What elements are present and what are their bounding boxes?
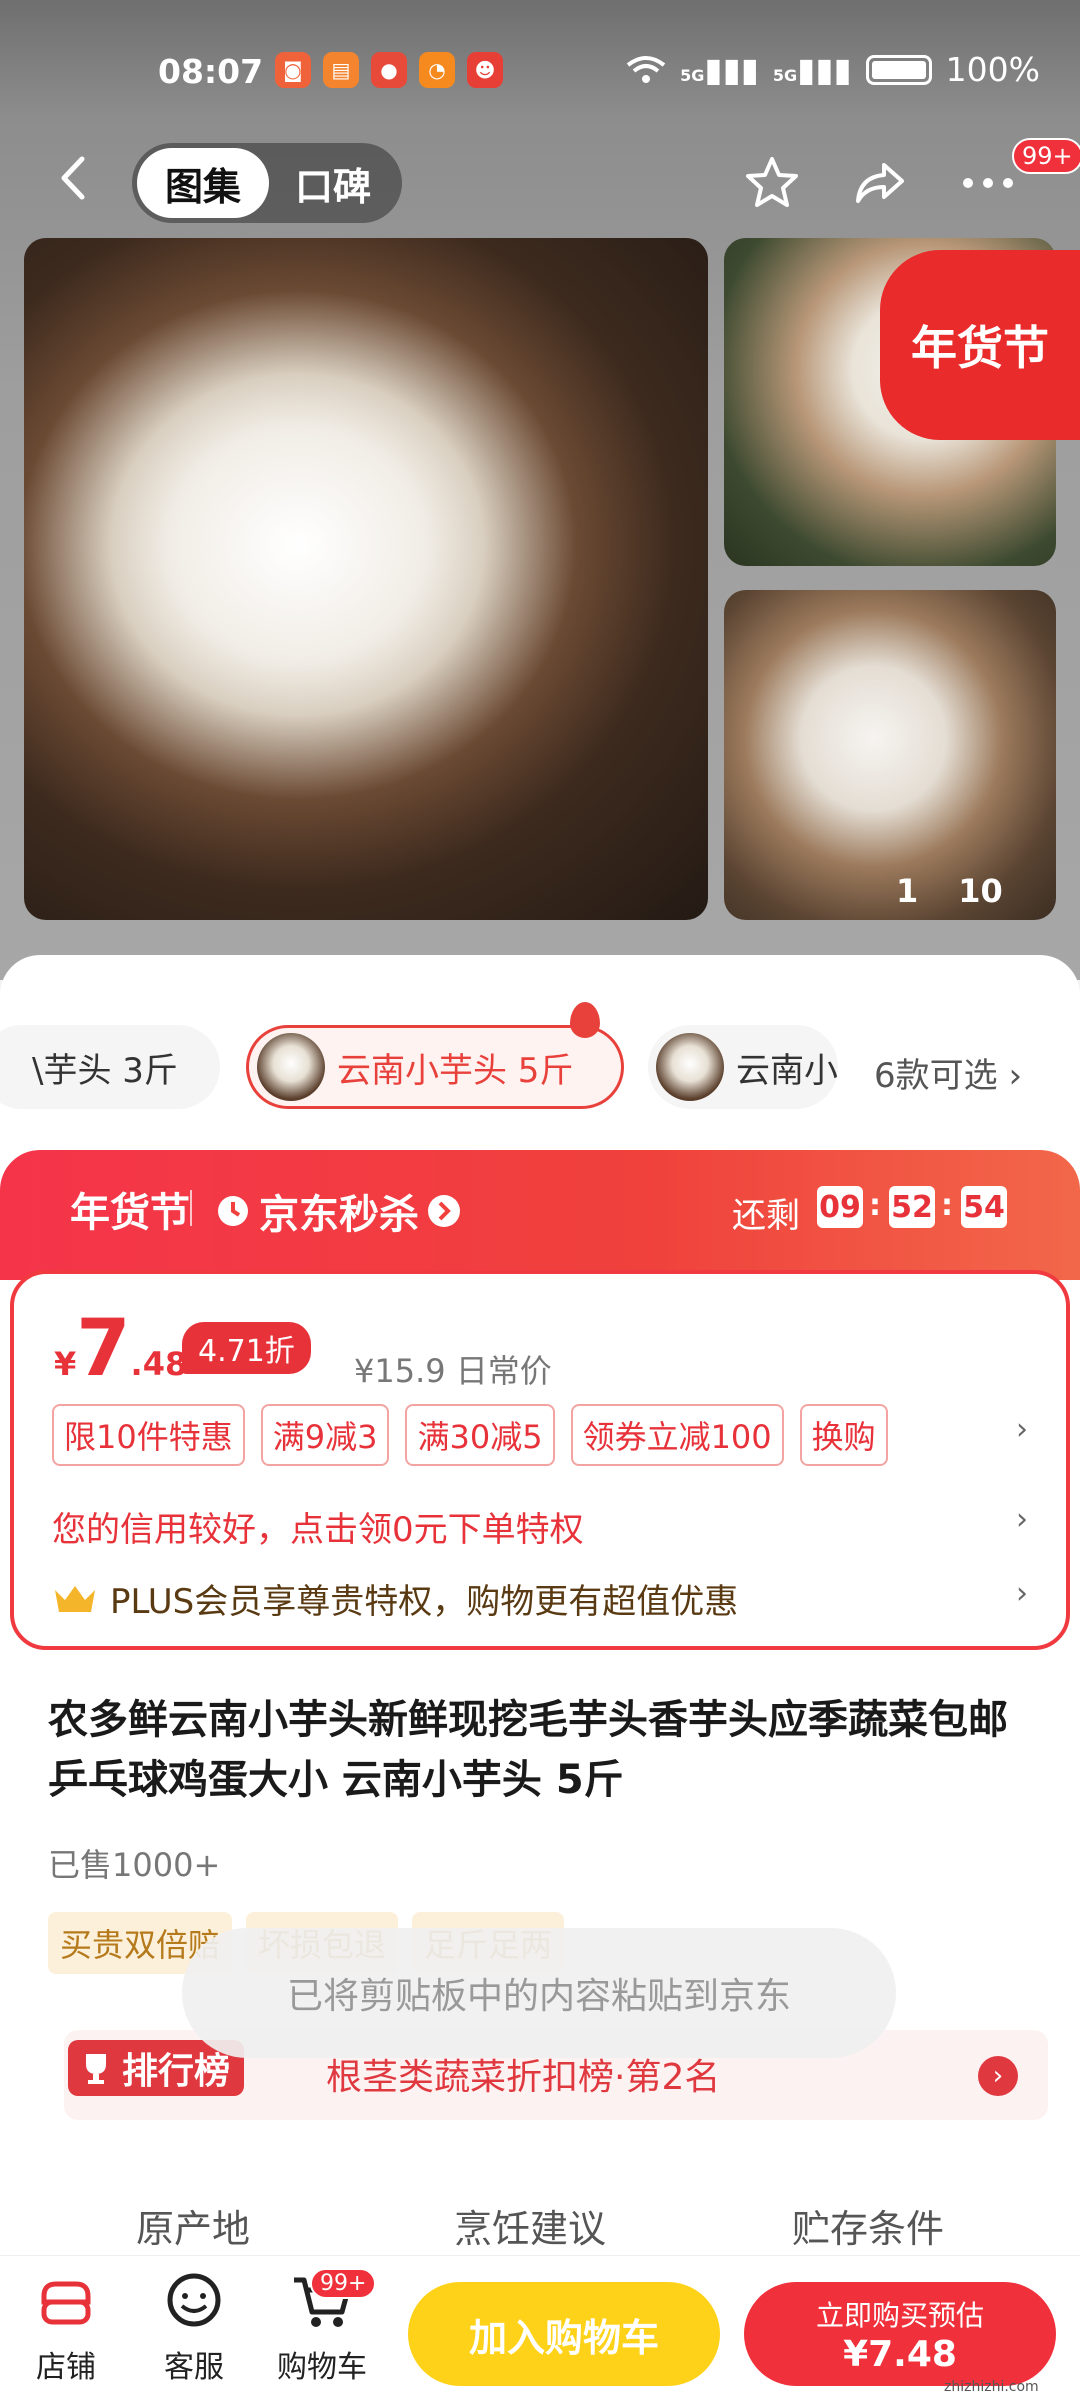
price-integer: 7: [76, 1304, 131, 1394]
counter-total: 10: [958, 872, 1003, 910]
gallery-area: 08:07 ◙ ▤ ● ◔ ☻ 5G▮▮▮ 5G▮▮▮ 100% 图集 口碑 9…: [0, 0, 1080, 980]
countdown-hours: 09: [817, 1186, 863, 1228]
festival-tag: 年货节: [880, 250, 1080, 440]
status-time: 08:07: [158, 52, 264, 91]
battery-percent: 100%: [945, 50, 1040, 89]
shop-app-icon: ◔: [419, 52, 455, 88]
message-badge: 99+: [1012, 138, 1080, 174]
chevron-right-icon[interactable]: ›: [1016, 1502, 1028, 1537]
buy-now-label: 立即购买预估: [815, 2298, 984, 2332]
variant-label: 云南小: [736, 1050, 838, 1091]
crown-icon: [55, 1585, 95, 1612]
promo-chip[interactable]: 满30减5: [405, 1404, 555, 1466]
share-icon[interactable]: [850, 153, 910, 213]
chevron-right-icon[interactable]: ›: [978, 2056, 1018, 2096]
festival-logo: 年货节: [70, 1189, 190, 1236]
add-to-cart-button[interactable]: 加入购物车: [408, 2282, 720, 2386]
promo-chips: 限10件特惠 满9减3 满30减5 领券立减100 换购: [52, 1404, 888, 1466]
sold-count: 已售1000+: [48, 1846, 221, 1884]
book-app-icon: ▤: [323, 52, 359, 88]
bottom-bar: 店铺 客服 购物车 99+ 加入购物车 立即购买预估 ¥7.48 zhizhiz…: [0, 2255, 1080, 2400]
variant-label: \芋头 3斤: [32, 1050, 178, 1091]
discount-badge: 4.71折: [182, 1322, 311, 1374]
clock-icon: [218, 1196, 248, 1226]
variant-thumb: [257, 1033, 325, 1101]
signal-icon: 5G▮▮▮: [680, 50, 759, 89]
trophy-icon: [86, 2054, 106, 2084]
spec-cooking[interactable]: 烹饪建议: [454, 2198, 606, 2253]
plus-member-link[interactable]: PLUS会员享尊贵特权，购物更有超值优惠: [52, 1574, 738, 1623]
variant-label: 云南小芋头 5斤: [337, 1050, 574, 1091]
original-price: ¥15.9 日常价: [354, 1352, 552, 1390]
notification-icons: ◙ ▤ ● ◔ ☻: [275, 52, 503, 88]
game-app-icon: ●: [371, 52, 407, 88]
divider: [190, 1190, 192, 1226]
status-bar: 08:07 ◙ ▤ ● ◔ ☻ 5G▮▮▮ 5G▮▮▮ 100%: [0, 0, 1080, 140]
more-variants-link[interactable]: 6款可选 ›: [874, 1048, 1022, 1097]
jd-seckill-label[interactable]: 京东秒杀: [215, 1182, 461, 1240]
promo-panel: 年货节 京东秒杀 还剩 09 : 52 : 54 ¥ 7 .48 4.71折 ¥…: [0, 1150, 1080, 1650]
price-symbol: ¥: [54, 1345, 77, 1383]
variant-thumb: [656, 1033, 724, 1101]
promo-chip[interactable]: 限10件特惠: [52, 1404, 245, 1466]
status-right: 5G▮▮▮ 5G▮▮▮ 100%: [626, 50, 1040, 89]
clipboard-toast: 已将剪贴板中的内容粘贴到京东: [182, 1928, 896, 2058]
buy-now-price: ¥7.48: [843, 2333, 957, 2375]
shop-button[interactable]: 店铺: [6, 2270, 126, 2386]
product-title: 农多鲜云南小芋头新鲜现挖毛芋头香芋头应季蔬菜包邮乒乓球鸡蛋大小 云南小芋头 5斤: [48, 1697, 1008, 1803]
seckill-header: 年货节 京东秒杀 还剩 09 : 52 : 54: [0, 1150, 1080, 1280]
variant-option-3[interactable]: 云南小: [648, 1025, 838, 1109]
image-counter: 1 10: [896, 872, 1003, 910]
variant-option-2[interactable]: 云南小芋头 5斤: [246, 1025, 624, 1109]
price: ¥ 7 .48: [54, 1304, 187, 1394]
top-nav: 图集 口碑: [0, 135, 1080, 225]
credit-privilege-link[interactable]: 您的信用较好，点击领0元下单特权: [52, 1502, 584, 1551]
chevron-right-icon[interactable]: ›: [1016, 1576, 1028, 1611]
cart-badge: 99+: [310, 2268, 377, 2299]
battery-icon: [865, 54, 932, 85]
hot-flame-icon: [570, 1002, 600, 1038]
counter-current: 1: [896, 872, 919, 910]
app-notification-icon: ◙: [275, 52, 311, 88]
product-image-3[interactable]: [724, 590, 1056, 920]
shop-icon: [41, 2281, 91, 2325]
customer-service-icon: [167, 2273, 221, 2327]
countdown-minutes: 52: [889, 1186, 935, 1228]
more-icon[interactable]: [958, 153, 1018, 213]
variant-option-1[interactable]: \芋头 3斤: [0, 1025, 220, 1109]
price-card: ¥ 7 .48 4.71折 ¥15.9 日常价 限10件特惠 满9减3 满30减…: [10, 1270, 1070, 1650]
spec-origin[interactable]: 原产地: [136, 2198, 250, 2253]
character-app-icon: ☻: [467, 52, 503, 88]
promo-chip[interactable]: 满9减3: [260, 1404, 390, 1466]
price-decimal: .48: [130, 1345, 188, 1383]
watermark: zhizhizhi.com: [944, 2379, 1039, 2395]
chevron-right-icon: [428, 1195, 460, 1227]
tab-switcher: 图集 口碑: [132, 143, 402, 223]
back-icon[interactable]: [50, 153, 100, 203]
signal-icon-2: 5G▮▮▮: [772, 50, 852, 89]
promo-chip[interactable]: 领券立减100: [570, 1404, 784, 1466]
product-image-main[interactable]: [24, 238, 708, 920]
spec-storage[interactable]: 贮存条件: [792, 2198, 944, 2253]
star-icon[interactable]: [742, 153, 802, 213]
wifi-icon: [626, 55, 666, 83]
remain-label: 还剩: [732, 1196, 800, 1236]
chevron-right-icon[interactable]: ›: [1016, 1412, 1028, 1447]
service-button[interactable]: 客服: [134, 2270, 254, 2386]
tab-gallery[interactable]: 图集: [137, 148, 269, 218]
countdown-seconds: 54: [961, 1186, 1007, 1228]
promo-chip[interactable]: 换购: [799, 1404, 888, 1466]
buy-now-button[interactable]: 立即购买预估 ¥7.48: [744, 2282, 1056, 2386]
tab-reviews[interactable]: 口碑: [269, 148, 397, 218]
